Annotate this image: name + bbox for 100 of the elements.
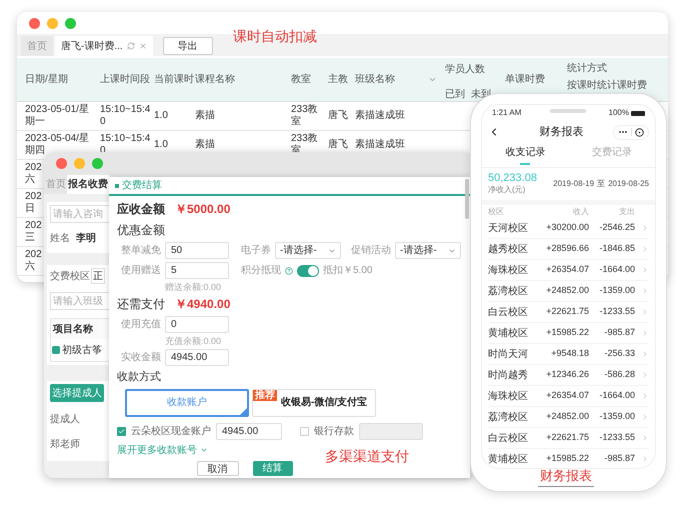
table-cell-text: 202: [25, 249, 42, 260]
input-field[interactable]: 0: [165, 316, 229, 333]
cancel-button[interactable]: 取消: [196, 460, 238, 476]
table-cell: 六: [25, 174, 35, 186]
report-row[interactable]: 黄埔校区 +15985.22 -985.87: [488, 449, 649, 468]
table-cell-text: 202: [25, 162, 42, 174]
field-label: 使用赠送: [120, 264, 161, 278]
report-row[interactable]: 荔湾校区 +24852.00 -1359.00: [488, 281, 649, 302]
report-row[interactable]: 白云校区 +22621.75 -1233.55: [488, 302, 649, 323]
chevron-right-icon: [641, 245, 649, 253]
maximize-button[interactable]: [65, 18, 76, 28]
help-icon[interactable]: [285, 266, 293, 274]
chevron-right-icon: [641, 308, 649, 316]
table-cell: 素描: [195, 139, 215, 151]
table-cell-text: 初级古筝: [62, 344, 102, 358]
report-row[interactable]: 白云校区 +22621.75 -1233.55: [488, 428, 649, 449]
chevron-right-icon: [641, 350, 649, 358]
chevron-right-icon: [641, 392, 649, 400]
chevron-right-icon: [641, 371, 649, 379]
table-cell-text: 2023-05-04/星期四: [25, 133, 90, 157]
table-cell-text: 15:10~15:40: [100, 104, 152, 128]
selected-corner-icon: [240, 408, 247, 414]
close-icon[interactable]: [138, 42, 147, 50]
column-header: 课程名称: [195, 73, 235, 87]
capsule-menu[interactable]: [613, 124, 649, 140]
select-field[interactable]: -请选择-: [275, 242, 341, 259]
chevron-right-icon: [641, 266, 649, 274]
table-cell: 唐飞: [328, 139, 348, 151]
column-header: 日期/星期: [25, 72, 68, 87]
title-marker-icon: [115, 184, 119, 188]
recommend-badge: 推荐: [253, 390, 277, 400]
balance-note: 赠送余额:0.00: [165, 282, 222, 292]
date-separator: 至: [597, 178, 606, 190]
dialog-title: 交费结算: [122, 178, 162, 193]
input-field[interactable]: 4945.00: [165, 349, 229, 366]
column-header: 上课时间段: [100, 72, 150, 87]
select-field[interactable]: -请选择-: [395, 242, 461, 259]
maximize-button[interactable]: [92, 158, 103, 168]
account-label: 银行存款: [314, 424, 354, 438]
chevron-right-icon: [641, 434, 649, 442]
table-cell: 202: [25, 191, 42, 203]
field-label: 电子券: [240, 244, 271, 258]
report-row[interactable]: 时尚越秀 +12346.26 -586.28: [488, 365, 649, 386]
export-button[interactable]: 导出: [162, 37, 213, 55]
deduction-note: 抵扣￥5.00: [323, 264, 372, 278]
field-label: 提成人: [50, 412, 80, 427]
table-cell-text: 2023-05-01/星期一: [25, 104, 90, 128]
date-to: 2019-08-25: [608, 178, 649, 190]
status-time: 1:21 AM: [492, 107, 522, 119]
section-label: 优惠金额: [117, 222, 166, 239]
report-row[interactable]: 海珠校区 +26354.07 -1664.00: [488, 260, 649, 281]
field-label: 交费校区: [50, 270, 90, 284]
field-value: 李明: [76, 232, 96, 246]
table-cell: 三: [25, 232, 35, 244]
tab[interactable]: 唐飞-课时费...: [55, 36, 153, 56]
report-row[interactable]: 荔湾校区 +24852.00 -1359.00: [488, 407, 649, 428]
report-row[interactable]: 天河校区 +30200.00 -2546.25: [488, 218, 649, 239]
table-cell: 素描速成班: [355, 139, 405, 151]
payment-method-option[interactable]: 收银易-微信/支付宝 推荐: [252, 388, 376, 416]
section-label: 收款方式: [117, 370, 162, 385]
chevron-right-icon: [641, 224, 649, 232]
field-label: 姓名: [50, 232, 70, 246]
input-field[interactable]: 5: [165, 262, 229, 279]
amount-field: [359, 422, 423, 440]
table-cell: 1.0: [154, 139, 168, 151]
column-header: 统计方式: [567, 62, 608, 76]
close-button[interactable]: [29, 18, 40, 28]
column-header: 按课时统计课时费: [567, 78, 647, 93]
caption: 课时自动扣减: [233, 27, 317, 46]
tab[interactable]: 报名收费: [67, 175, 109, 194]
checkbox[interactable]: [300, 426, 309, 436]
battery-percent: 100%: [608, 107, 629, 119]
minimize-button[interactable]: [47, 18, 58, 28]
report-row[interactable]: 时尚天河 +9548.18 -256.33: [488, 344, 649, 365]
chevron-down-icon: [200, 446, 208, 454]
close-button[interactable]: [56, 158, 67, 168]
section-label: 还需支付: [117, 296, 165, 313]
table-cell: 素描: [195, 110, 215, 122]
report-row[interactable]: 海珠校区 +26354.07 -1664.00: [488, 386, 649, 407]
toggle-switch[interactable]: [297, 264, 319, 276]
table-cell: 202: [25, 220, 42, 232]
net-income-label: 净收入(元): [488, 184, 526, 196]
input-field[interactable]: 4945.00: [216, 422, 282, 440]
course-icon: [52, 346, 60, 354]
report-row[interactable]: 越秀校区 +28596.66 -1846.85: [488, 239, 649, 260]
column-header: 班级名称: [355, 72, 395, 87]
page-title: 财务报表: [538, 124, 584, 140]
table-cell-text: 233教室: [291, 104, 319, 128]
report-row[interactable]: 黄埔校区 +15985.22 -985.87: [488, 323, 649, 344]
input-field[interactable]: 50: [165, 242, 229, 259]
table-cell: 日: [25, 203, 35, 215]
campus-select[interactable]: 正: [91, 268, 105, 284]
field-label: 实收金额: [120, 350, 161, 365]
amount: ￥5000.00: [175, 201, 230, 218]
tab[interactable]: 收支记录: [482, 143, 568, 167]
section-label: 应收金额: [117, 201, 165, 218]
minimize-button[interactable]: [74, 158, 85, 168]
sort-caret-icon[interactable]: [428, 75, 437, 84]
checkbox[interactable]: [117, 426, 126, 436]
refresh-icon[interactable]: [126, 42, 135, 50]
